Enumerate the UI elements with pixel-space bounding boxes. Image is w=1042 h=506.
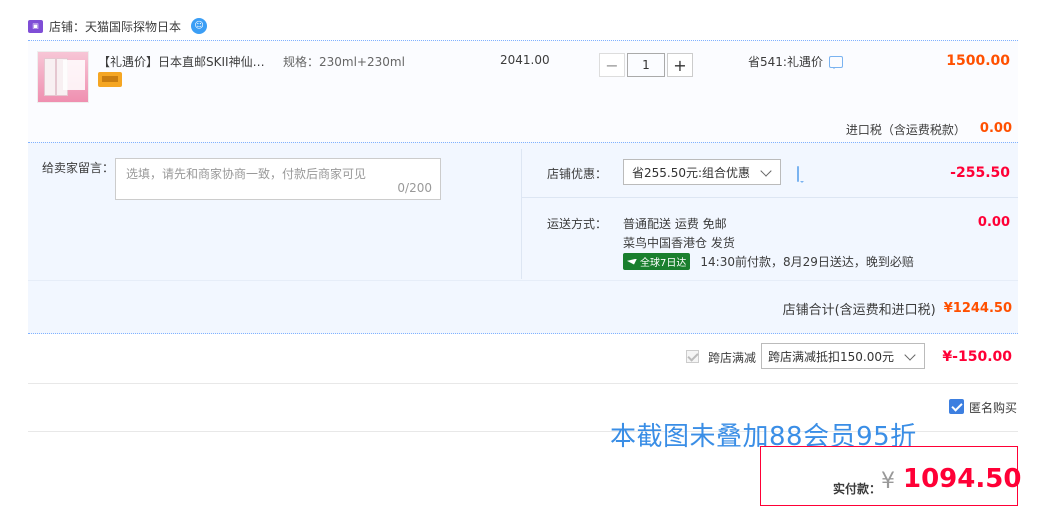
- global-7day-badge-text: 全球7日达: [640, 258, 687, 269]
- item-subtotal: 1500.00: [946, 53, 1010, 69]
- product-thumbnail[interactable]: [37, 51, 89, 103]
- anonymous-checkbox[interactable]: [949, 399, 964, 414]
- seller-message-input[interactable]: 选填，请先和商家协商一致，付款后商家可见 0/200: [115, 158, 441, 200]
- cross-store-value: ¥-150.00: [942, 349, 1012, 365]
- shop-total-value: ¥1244.50: [943, 301, 1012, 316]
- divider: [522, 197, 1018, 198]
- shipping-value: 0.00: [977, 215, 1010, 230]
- chevron-down-icon: [760, 165, 772, 177]
- order-item: 【礼遇价】日本直邮SKII神仙… 规格：230ml+230ml 2041.00 …: [28, 40, 1018, 143]
- shop-total: 店铺合计(含运费和进口税) ¥1244.50: [783, 299, 1012, 318]
- wangwang-chat-icon[interactable]: ☺: [191, 18, 208, 34]
- cross-store-checkbox[interactable]: [686, 350, 699, 363]
- chevron-down-icon: [904, 349, 916, 361]
- bottle-graphic: [44, 58, 56, 96]
- delivery-estimate-text: 14:30前付款，8月29日送达，晚到必赔: [700, 255, 914, 269]
- message-icon[interactable]: [797, 166, 799, 182]
- discount-note-text: 省541:礼遇价: [748, 55, 823, 69]
- plane-icon: [627, 258, 637, 265]
- shop-name-link[interactable]: 天猫国际探物日本: [85, 18, 181, 35]
- cross-store-selected: 跨店满减抵扣150.00元: [768, 349, 894, 364]
- product-label-graphic: [63, 60, 85, 90]
- payment-amount: 1094.50: [903, 464, 1022, 494]
- cross-store-label: 跨店满减: [708, 351, 757, 365]
- cross-store-select[interactable]: 跨店满减抵扣150.00元: [761, 343, 925, 369]
- shop-header: ▣ 店铺： 天猫国际探物日本 ☺: [28, 16, 208, 36]
- anonymous-label[interactable]: 匿名购买: [969, 399, 1017, 416]
- quantity-input[interactable]: 1: [627, 53, 665, 77]
- import-tax-label: 进口税（含运费税款）: [845, 123, 966, 137]
- shipping-method: 普通配送 运费 免邮: [623, 217, 727, 231]
- message-icon[interactable]: [828, 55, 843, 69]
- tmall-shop-icon: ▣: [28, 19, 43, 33]
- shop-promo-label: 店铺优惠：: [547, 167, 608, 181]
- shop-promo-select[interactable]: 省255.50元:组合优惠: [623, 159, 781, 185]
- decrease-qty-button[interactable]: −: [599, 53, 625, 77]
- shop-label: 店铺：: [49, 19, 86, 34]
- delivery-estimate: 全球7日达 14:30前付款，8月29日送达，晚到必赔: [623, 253, 914, 270]
- global-7day-badge: 全球7日达: [623, 253, 691, 270]
- shop-promo-selected: 省255.50元:组合优惠: [632, 165, 751, 180]
- currency-symbol: ¥: [881, 469, 895, 494]
- import-tax-value: 0.00: [979, 121, 1012, 136]
- import-tax-line: 进口税（含运费税款） 0.00: [846, 121, 1012, 138]
- unit-price: 2041.00: [500, 53, 550, 67]
- cross-store-discount-row: 跨店满减 跨店满减抵扣150.00元 ¥-150.00: [28, 333, 1018, 384]
- seller-message-placeholder: 选填，请先和商家协商一致，付款后商家可见: [126, 167, 367, 181]
- discount-note: 省541:礼遇价: [748, 53, 843, 70]
- shop-total-row: 店铺合计(含运费和进口税) ¥1244.50: [28, 280, 1018, 334]
- increase-qty-button[interactable]: +: [667, 53, 693, 77]
- char-count: 0/200: [397, 181, 432, 195]
- divider: [521, 149, 522, 279]
- payment-summary: 实付款： ¥ 1094.50: [760, 446, 1022, 506]
- quantity-stepper: − 1 +: [599, 53, 693, 77]
- credit-card-icon: [98, 72, 122, 87]
- order-options: 给卖家留言： 选填，请先和商家协商一致，付款后商家可见 0/200 店铺优惠： …: [28, 142, 1018, 281]
- shipping-label: 运送方式：: [547, 217, 608, 231]
- seller-message-label: 给卖家留言：: [42, 161, 115, 175]
- product-title-link[interactable]: 【礼遇价】日本直邮SKII神仙…: [98, 53, 265, 70]
- payment-label: 实付款：: [833, 482, 882, 496]
- product-spec: 规格：230ml+230ml: [283, 55, 405, 69]
- shop-promo-value: -255.50: [950, 165, 1010, 181]
- shop-total-label: 店铺合计(含运费和进口税): [782, 303, 936, 318]
- shipping-warehouse: 菜鸟中国香港仓 发货: [623, 236, 735, 250]
